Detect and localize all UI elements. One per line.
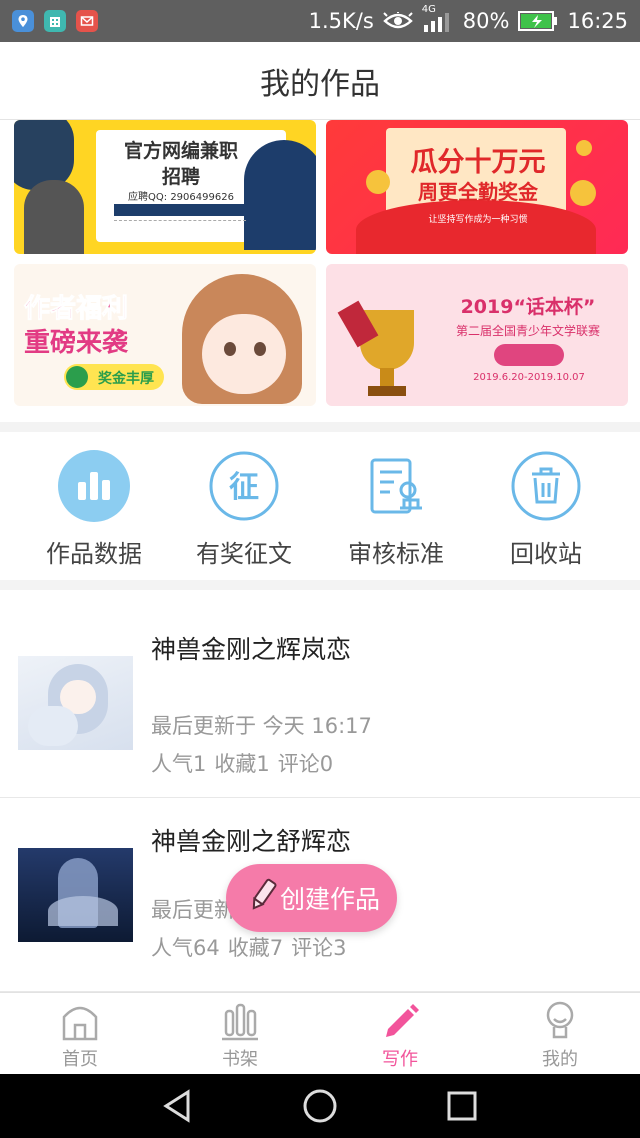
banner-recruit[interactable]: 官方网编兼职 招聘 应聘QQ: 2906499626 [14,120,316,254]
signal-icon: 4G [422,4,454,32]
banner-bonus-sub: 让坚持写作成为一种习惯 [428,215,528,225]
work-updated: 最后更新于 今天 16:17 [151,714,372,738]
status-bar: 1.5K/s 4G 80% 16:25 [0,0,640,42]
banner-welfare-line2: 重磅来袭 [24,328,129,358]
banner-bonus-line2: 周更全勤奖金 [418,180,538,204]
mail-app-icon [76,10,98,32]
nav-label: 我的 [542,1049,578,1070]
create-work-button[interactable]: 创建作品 [226,864,397,932]
comments-count: 评论0 [277,752,334,776]
work-title: 神兽金刚之辉岚恋 [151,635,352,664]
favorites-count: 收藏7 [227,936,284,960]
bottom-nav: 首页 书架 写作 我的 [0,992,640,1074]
system-nav-bar [0,1074,640,1138]
banner-contest-line2: 第二届全国青少年文学联赛 [455,324,600,338]
work-cover [18,656,133,750]
banner-contest[interactable]: 2019“话本杯” 第二届全国青少年文学联赛 2019.6.20-2019.10… [326,264,628,406]
nav-item-home[interactable]: 首页 [0,999,160,1071]
shortcut-recycle-bin[interactable]: 回收站 [466,450,626,569]
shortcut-contest[interactable]: 征 有奖征文 [164,450,324,569]
building-app-icon [44,10,66,32]
banner-grid: 官方网编兼职 招聘 应聘QQ: 2906499626 瓜分十万元 周更全勤奖金 … [0,120,640,422]
review-doc-icon [360,450,432,522]
nav-item-profile[interactable]: 我的 [480,999,640,1071]
banner-recruit-sub: 应聘QQ: 2906499626 [128,192,234,203]
work-stats: 人气64 收藏7 评论3 [151,932,346,962]
battery-percent: 80% [462,9,510,33]
comments-count: 评论3 [291,936,347,960]
nav-label: 书架 [222,1049,258,1070]
nav-label: 首页 [62,1049,98,1070]
contest-glyph: 征 [229,470,259,505]
bookshelf-icon [222,1003,258,1041]
work-cover [18,848,133,942]
shortcut-label: 回收站 [510,540,582,568]
net-speed: 1.5K/s [308,9,374,33]
eye-comfort-icon [383,12,413,30]
shortcut-work-data[interactable]: 作品数据 [14,450,174,569]
shortcut-review-standard[interactable]: 审核标准 [316,450,476,569]
title-bar: 我的作品 [0,42,640,120]
recents-button[interactable] [444,1088,480,1128]
clock: 16:25 [567,9,628,33]
home-icon [62,1006,98,1041]
shortcut-label: 作品数据 [46,540,142,568]
nav-item-write[interactable]: 写作 [320,999,480,1071]
banner-recruit-line2: 招聘 [161,166,200,188]
shortcut-label: 有奖征文 [196,540,292,568]
pencil-icon [248,877,280,919]
shortcut-label: 审核标准 [348,540,444,568]
home-button[interactable] [302,1088,338,1128]
pencil-icon [386,1004,419,1037]
network-type: 4G [421,4,436,15]
work-stats: 人气1 收藏1 评论0 [151,748,333,778]
nav-item-bookshelf[interactable]: 书架 [160,999,320,1071]
popularity-count: 人气64 [151,936,220,960]
work-updated: 最后更新 [151,898,235,922]
create-work-label: 创建作品 [280,885,381,914]
bar-chart-icon [58,450,130,522]
shortcut-bar: 作品数据 征 有奖征文 审核标准 回收站 [0,432,640,580]
banner-bonus-line1: 瓜分十万元 [410,147,546,178]
location-app-icon [12,10,34,32]
popularity-count: 人气1 [151,752,207,776]
trash-icon [510,450,582,522]
banner-welfare-line1: 作者福利 [24,294,129,325]
back-button[interactable] [160,1088,196,1128]
battery-icon [518,10,558,32]
banner-welfare-sub: 奖金丰厚 [98,371,154,387]
banner-contest-line1: 2019“话本杯” [460,296,596,318]
work-title: 神兽金刚之舒辉恋 [151,827,352,856]
list-item[interactable]: 神兽金刚之辉岚恋 最后更新于 今天 16:17 人气1 收藏1 评论0 [0,590,640,798]
banner-welfare[interactable]: 作者福利 重磅来袭 奖金丰厚 [14,264,316,406]
nav-label: 写作 [382,1049,418,1070]
banner-recruit-line1: 官方网编兼职 [123,140,238,162]
contest-icon: 征 [208,450,280,522]
banner-bonus[interactable]: 瓜分十万元 周更全勤奖金 让坚持写作成为一种习惯 [326,120,628,254]
banner-contest-sub: 2019.6.20-2019.10.07 [473,372,585,383]
favorites-count: 收藏1 [214,752,270,776]
profile-icon [546,1001,574,1039]
page-title: 我的作品 [260,66,380,102]
